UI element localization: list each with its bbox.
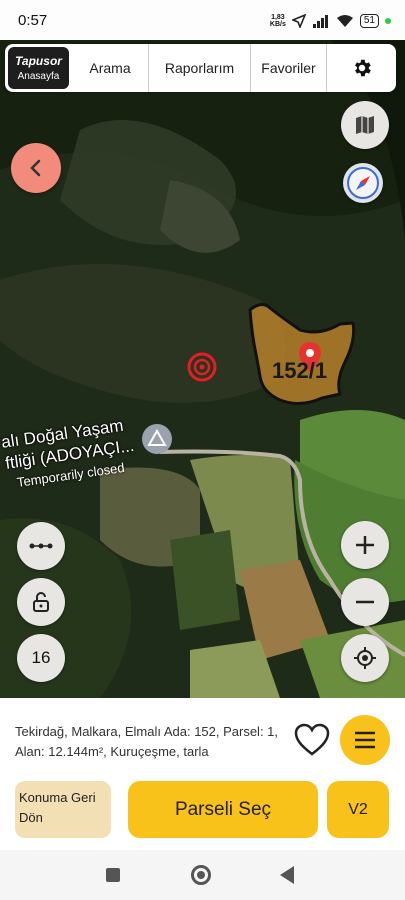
crosshair-location-icon	[354, 647, 376, 669]
chevron-left-icon	[30, 159, 41, 177]
compass-button[interactable]	[343, 163, 383, 203]
return-to-location-button[interactable]: Konuma Geri Dön	[15, 781, 111, 838]
brand-logo: Tapusor	[15, 54, 62, 68]
zoom-in-button[interactable]	[341, 521, 389, 569]
back-button[interactable]	[11, 143, 61, 193]
target-marker-icon	[187, 352, 217, 382]
status-icons: 1,83 KB/s 51	[270, 10, 391, 32]
measure-button[interactable]	[17, 522, 65, 570]
home-button[interactable]: Tapusor Anasayfa	[8, 47, 69, 89]
compass-icon	[347, 167, 379, 199]
menu-button[interactable]	[340, 715, 390, 765]
select-parcel-button[interactable]: Parseli Seç	[128, 781, 318, 838]
nav-item-favoriler[interactable]: Favoriler	[250, 44, 326, 92]
location-arrow-icon	[291, 14, 306, 28]
nav-item-raporlarim[interactable]: Raporlarım	[148, 44, 250, 92]
hamburger-menu-icon	[355, 731, 375, 749]
net-speed-unit: KB/s	[269, 21, 286, 28]
measure-line-icon	[29, 543, 53, 549]
nav-item-arama[interactable]: Arama	[72, 44, 148, 92]
zoom-out-button[interactable]	[341, 578, 389, 626]
home-system-button[interactable]	[191, 865, 211, 885]
plus-icon	[356, 536, 374, 554]
v2-button[interactable]: V2	[327, 781, 389, 838]
wifi-icon	[336, 15, 353, 27]
favorite-heart-icon[interactable]	[292, 720, 332, 760]
settings-button[interactable]	[326, 44, 396, 92]
my-location-button[interactable]	[341, 634, 389, 682]
lock-button[interactable]	[17, 578, 65, 626]
map-layers-button[interactable]	[341, 101, 389, 149]
back-system-button[interactable]	[280, 866, 294, 884]
status-time: 0:57	[18, 12, 48, 29]
signal-icon	[312, 15, 328, 28]
recent-apps-button[interactable]	[106, 868, 120, 882]
status-dot	[385, 18, 391, 24]
parcel-description: Tekirdağ, Malkara, Elmalı Ada: 152, Pars…	[15, 724, 279, 759]
status-bar: 0:57 1,83 KB/s 51	[0, 0, 405, 40]
zoom-level-button[interactable]: 16	[17, 634, 65, 682]
minus-icon	[356, 600, 374, 604]
parcel-number-label: 152/1	[272, 358, 328, 383]
poi-camping-icon[interactable]	[141, 423, 173, 455]
brand-name: Tapusor	[15, 54, 62, 68]
battery-indicator: 51	[359, 14, 379, 28]
top-navigation: Tapusor Anasayfa Arama Raporlarım Favori…	[5, 44, 396, 92]
brand-subtitle: Anasayfa	[17, 71, 60, 82]
net-speed-value: 1,83	[271, 14, 285, 21]
gear-icon	[354, 59, 371, 77]
network-speed: 1,83 KB/s	[270, 14, 286, 28]
unlock-icon	[33, 592, 49, 612]
zoom-level-label: 16	[31, 648, 51, 667]
map-icon	[356, 116, 374, 134]
